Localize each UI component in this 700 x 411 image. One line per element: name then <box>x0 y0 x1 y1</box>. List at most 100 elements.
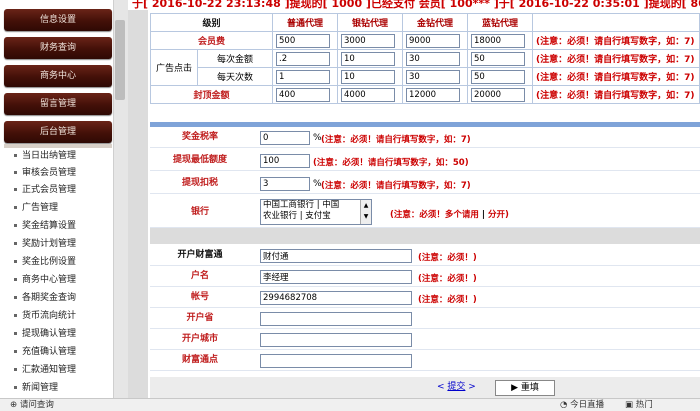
col-header-blue: 蓝钻代理 <box>467 13 533 32</box>
sidebar-item-ads[interactable]: 广告管理 <box>14 201 58 215</box>
member-fee-silver-input[interactable] <box>341 33 395 48</box>
member-fee-blue-input[interactable] <box>471 33 525 48</box>
menu-business-center[interactable]: 商务中心 <box>4 65 112 87</box>
section-divider <box>150 122 700 127</box>
reset-label: 重填 <box>520 383 539 393</box>
per-amount-normal-input[interactable] <box>276 51 330 66</box>
menu-admin-management[interactable]: 后台管理 <box>4 121 112 143</box>
table-row: 会员费 (注意：必须！请自行填写数字，如：7) <box>150 31 700 50</box>
bank-note-suffix: 分开) <box>487 210 509 220</box>
daily-count-blue-input[interactable] <box>471 69 525 84</box>
withdraw-fee-input[interactable] <box>260 177 310 191</box>
bank-row: 银行 中国工商银行 | 中国 农业银行 | 支付宝 ▲ ▼ (注意：必须！多个请用… <box>150 197 700 228</box>
sidebar-scroll-thumb[interactable] <box>115 20 125 100</box>
sidebar-item-label: 各期奖金查询 <box>22 293 77 303</box>
per-amount-silver-input[interactable] <box>341 51 395 66</box>
menu-finance-query[interactable]: 财务查询 <box>4 37 112 59</box>
status-live[interactable]: ◔ 今日直播 <box>560 399 604 411</box>
account-name-input[interactable] <box>260 270 412 284</box>
bank-option[interactable]: 农业银行 | 支付宝 <box>261 211 371 222</box>
announcement-marquee: 于[ 2016-10-22 23:13:48 ]提现的[ 1000 ]已经支付 … <box>128 0 700 10</box>
cap-silver-input[interactable] <box>341 87 395 102</box>
sidebar-item-recharge-confirm[interactable]: 充值确认管理 <box>14 345 76 359</box>
bank-note-separator: | <box>481 210 485 220</box>
per-amount-blue-input[interactable] <box>471 51 525 66</box>
sidebar-item-withdraw-confirm[interactable]: 提现确认管理 <box>14 327 76 341</box>
sidebar-item-news[interactable]: 新闻管理 <box>14 381 58 395</box>
sidebar-item-period-bonus[interactable]: 各期奖金查询 <box>14 291 76 305</box>
daily-count-silver-input[interactable] <box>341 69 395 84</box>
account-number-input[interactable] <box>260 291 412 305</box>
col-header-level: 级别 <box>150 13 273 32</box>
menu-info-settings[interactable]: 信息设置 <box>4 9 112 31</box>
min-withdraw-row: 提现最低额度 (注意：必须！请自行填写数字，如：50) <box>150 151 700 171</box>
status-hot-text: 热门 <box>635 400 653 410</box>
member-fee-gold-input[interactable] <box>406 33 460 48</box>
sidebar-item-label: 当日出纳管理 <box>22 151 77 161</box>
sidebar-item-bonus-ratio[interactable]: 奖金比例设置 <box>14 255 76 269</box>
play-icon: ▶ <box>511 383 519 393</box>
bullet-icon <box>14 368 17 371</box>
withdraw-fee-label: 提现扣税 <box>181 178 218 188</box>
agent-level-table: 级别 普通代理 银钻代理 金钻代理 蓝钻代理 会员费 (注意：必须！请自行填写数… <box>150 13 700 104</box>
open-account-row: 开户财富通 (注意：必须！) <box>150 246 700 266</box>
table-cell <box>532 13 700 32</box>
col-header-gold: 金钻代理 <box>402 13 468 32</box>
sidebar-item-business-center[interactable]: 商务中心管理 <box>14 273 76 287</box>
cap-blue-input[interactable] <box>471 87 525 102</box>
browser-status-bar: ⊕ 请问查询 ◔ 今日直播 ▣ 热门 <box>0 398 700 411</box>
menu-message-management[interactable]: 留言管理 <box>4 93 112 115</box>
per-amount-note: (注意：必须！请自行填写数字，如：7) <box>532 49 700 68</box>
table-header-row: 级别 普通代理 银钻代理 金钻代理 蓝钻代理 <box>150 13 700 32</box>
daily-count-label: 每天次数 <box>197 67 273 86</box>
cap-gold-input[interactable] <box>406 87 460 102</box>
status-hot[interactable]: ▣ 热门 <box>625 399 653 411</box>
table-cell <box>467 67 533 86</box>
bank-option[interactable]: 中国工商银行 | 中国 <box>261 200 371 211</box>
bank-label: 银行 <box>190 207 209 217</box>
sidebar-item-label: 正式会员管理 <box>22 185 77 195</box>
cap-normal-input[interactable] <box>276 87 330 102</box>
sidebar-item-review-members[interactable]: 审核会员管理 <box>14 166 76 180</box>
bullet-icon <box>14 206 17 209</box>
account-name-row: 户名 (注意：必须！) <box>150 267 700 287</box>
sidebar-item-label: 汇款通知管理 <box>22 365 77 375</box>
table-cell <box>272 67 338 86</box>
bank-listbox[interactable]: 中国工商银行 | 中国 农业银行 | 支付宝 ▲ ▼ <box>260 199 372 225</box>
branch-input[interactable] <box>260 354 412 368</box>
member-fee-normal-input[interactable] <box>276 33 330 48</box>
branch-label: 财富通点 <box>181 355 218 365</box>
daily-count-gold-input[interactable] <box>406 69 460 84</box>
bullet-icon <box>14 350 17 353</box>
bank-note-prefix: (注意：必须！多个请用 <box>390 210 479 220</box>
sidebar-item-label: 奖金比例设置 <box>22 257 77 267</box>
sidebar-item-bonus-settlement[interactable]: 奖金结算设置 <box>14 219 76 233</box>
city-label: 开户城市 <box>181 334 218 344</box>
per-amount-gold-input[interactable] <box>406 51 460 66</box>
bullet-icon <box>14 224 17 227</box>
bullet-icon <box>14 154 17 157</box>
sidebar-item-remittance[interactable]: 汇款通知管理 <box>14 363 76 377</box>
bonus-tax-input[interactable] <box>260 131 310 145</box>
daily-count-normal-input[interactable] <box>276 69 330 84</box>
reset-button[interactable]: ▶ 重填 <box>495 380 555 396</box>
province-input[interactable] <box>260 312 412 326</box>
submit-label: 提交 <box>447 382 466 392</box>
col-header-normal: 普通代理 <box>272 13 338 32</box>
open-account-input[interactable] <box>260 249 412 263</box>
marquee-text: 于[ 2016-10-22 23:13:48 ]提现的[ 1000 ]已经支付 … <box>132 0 700 10</box>
table-cell <box>402 31 468 50</box>
min-withdraw-input[interactable] <box>260 154 310 168</box>
table-cell <box>402 67 468 86</box>
listbox-scroll-arrows[interactable]: ▲ ▼ <box>360 200 371 224</box>
sidebar-item-reward-plan[interactable]: 奖励计划管理 <box>14 237 76 251</box>
status-left: ⊕ 请问查询 <box>10 400 54 410</box>
sidebar-item-cashier[interactable]: 当日出纳管理 <box>14 149 76 163</box>
bullet-icon <box>14 386 17 389</box>
table-cell <box>467 31 533 50</box>
table-cell <box>402 85 468 104</box>
sidebar-item-official-members[interactable]: 正式会员管理 <box>14 183 76 197</box>
sidebar-item-currency-flow[interactable]: 货币流向统计 <box>14 309 76 323</box>
submit-link[interactable]: < 提交 > <box>437 380 476 394</box>
city-input[interactable] <box>260 333 412 347</box>
